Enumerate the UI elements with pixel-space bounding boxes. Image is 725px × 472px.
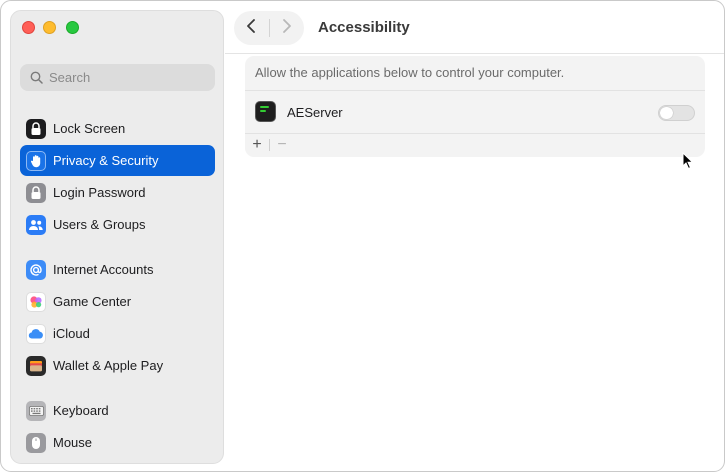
users-icon: [26, 214, 46, 235]
remove-app-button[interactable]: −: [270, 134, 294, 156]
sidebar-item-game-center[interactable]: Game Center: [20, 286, 215, 317]
sidebar-item-label: Internet Accounts: [53, 262, 154, 277]
sidebar-item-label: Game Center: [53, 294, 132, 309]
navigation-buttons: [234, 11, 304, 45]
page-title: Accessibility: [318, 19, 410, 36]
settings-window: Lock Screen Privacy & Security Login Pas…: [0, 0, 725, 472]
toolbar-divider: [225, 53, 724, 54]
game-center-icon: [26, 291, 46, 312]
sidebar-item-icloud[interactable]: iCloud: [20, 318, 215, 349]
cloud-icon: [26, 323, 46, 344]
app-access-toggle[interactable]: [658, 105, 695, 121]
sidebar-item-users-groups[interactable]: Users & Groups: [20, 209, 215, 240]
chevron-right-icon: [282, 18, 292, 39]
sidebar-item-mouse[interactable]: Mouse: [20, 427, 215, 458]
mouse-pointer-icon: [682, 151, 694, 170]
divider: [245, 133, 705, 134]
lock-icon: [26, 182, 46, 203]
app-row[interactable]: AEServer: [245, 91, 705, 133]
accessibility-panel: Allow the applications below to control …: [245, 56, 705, 157]
mouse-icon: [26, 432, 46, 453]
sidebar-item-login-password[interactable]: Login Password: [20, 177, 215, 208]
at-icon: [26, 259, 46, 280]
search-field[interactable]: [20, 64, 215, 91]
sidebar-item-label: Wallet & Apple Pay: [53, 358, 164, 373]
search-input[interactable]: [49, 70, 199, 85]
lock-icon: [26, 118, 46, 139]
keyboard-icon: [26, 400, 46, 421]
back-button[interactable]: [234, 11, 269, 45]
close-button[interactable]: [22, 21, 35, 34]
app-name: AEServer: [287, 105, 343, 120]
sidebar-item-label: Login Password: [53, 185, 146, 200]
search-icon: [29, 71, 43, 85]
minimize-button[interactable]: [43, 21, 56, 34]
sidebar-item-label: Lock Screen: [53, 121, 126, 136]
sidebar-item-wallet[interactable]: Wallet & Apple Pay: [20, 350, 215, 381]
toggle-knob: [660, 107, 673, 119]
sidebar-item-label: Mouse: [53, 435, 93, 450]
hand-icon: [26, 150, 46, 171]
chevron-left-icon: [246, 18, 256, 39]
zoom-button[interactable]: [66, 21, 79, 34]
panel-description: Allow the applications below to control …: [255, 65, 565, 80]
sidebar-item-lock-screen[interactable]: Lock Screen: [20, 113, 215, 144]
wallet-icon: [26, 355, 46, 376]
sidebar-item-privacy-security[interactable]: Privacy & Security: [20, 145, 215, 176]
sidebar: Lock Screen Privacy & Security Login Pas…: [10, 10, 224, 464]
forward-button[interactable]: [269, 11, 304, 45]
terminal-app-icon: [255, 101, 276, 122]
add-app-button[interactable]: +: [245, 134, 269, 156]
sidebar-item-label: iCloud: [53, 326, 90, 341]
sidebar-item-label: Privacy & Security: [53, 153, 159, 168]
sidebar-item-internet-accounts[interactable]: Internet Accounts: [20, 254, 215, 285]
sidebar-item-keyboard[interactable]: Keyboard: [20, 395, 215, 426]
sidebar-item-label: Keyboard: [53, 403, 109, 418]
add-remove-controls: + −: [245, 134, 294, 156]
sidebar-item-label: Users & Groups: [53, 217, 146, 232]
